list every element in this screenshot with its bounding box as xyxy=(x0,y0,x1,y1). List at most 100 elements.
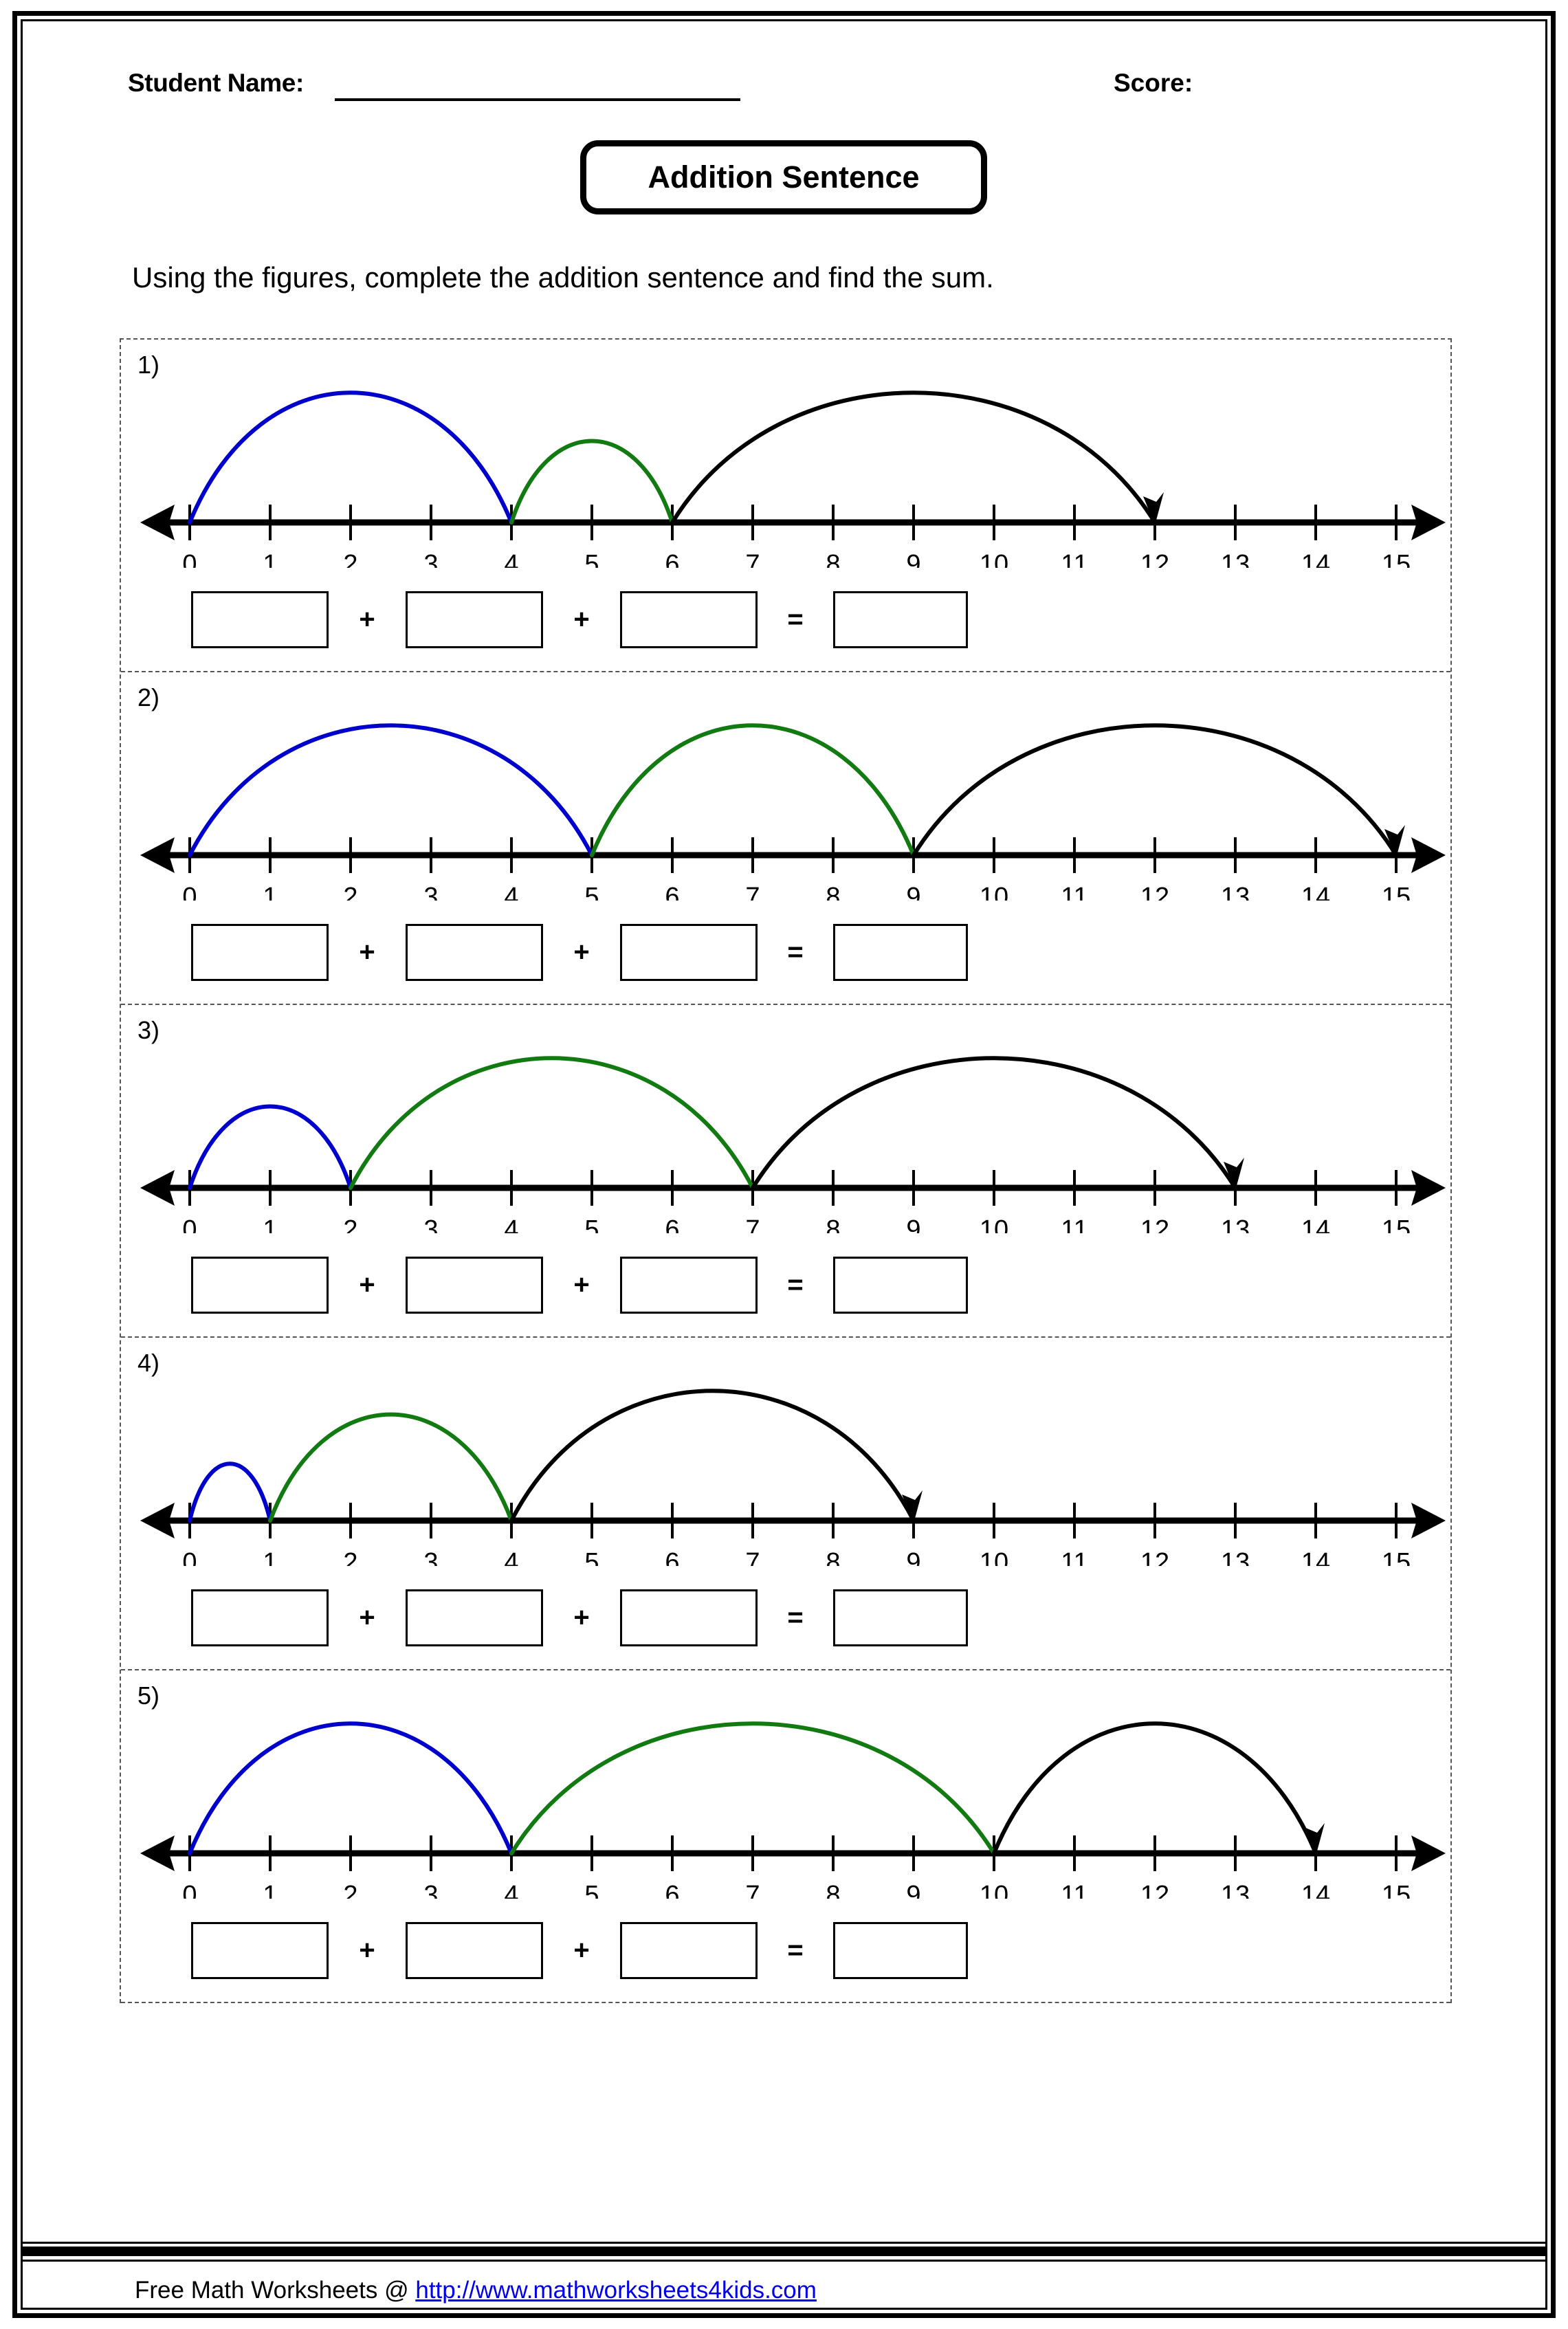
hop-arc-1 xyxy=(188,1461,272,1523)
sum-box[interactable] xyxy=(833,1256,968,1314)
addend-2-box[interactable] xyxy=(406,1256,543,1314)
axis-tick-label: 15 xyxy=(1382,550,1411,568)
hop-arc-2 xyxy=(268,1412,514,1523)
axis-tick-label: 4 xyxy=(504,1881,518,1899)
number-line: 0 1 2 3 4 5 6 7 8 9 10 11 12 13 14 15 xyxy=(140,390,1446,568)
number-line-wrap: 0 1 2 3 4 5 6 7 8 9 10 11 12 13 14 15 xyxy=(121,355,1453,568)
hop-arc-3 xyxy=(670,390,1157,525)
axis-tick-label: 10 xyxy=(980,1548,1008,1566)
problem-1: 1) 0 1 2 3 4 5 6 7 8 9 10 11 12 13 14 15 + + = xyxy=(121,340,1450,672)
hop-arc-2 xyxy=(509,1721,996,1855)
plus-symbol-2: + xyxy=(573,604,590,634)
axis-tick-label: 1 xyxy=(263,883,277,901)
axis-tick-label: 11 xyxy=(1061,550,1087,568)
footer-url-link[interactable]: http://www.mathworksheets4kids.com xyxy=(415,2277,817,2304)
axis-tick-label: 5 xyxy=(584,1548,599,1566)
axis-tick-label: 0 xyxy=(182,1881,197,1899)
axis-tick-label: 2 xyxy=(343,1881,357,1899)
axis-tick-label: 1 xyxy=(263,1548,277,1566)
axis-tick-label: 11 xyxy=(1061,1881,1087,1899)
sum-box[interactable] xyxy=(833,1589,968,1646)
addend-1-box[interactable] xyxy=(191,1921,329,1979)
axis-tick-label: 3 xyxy=(423,1215,438,1233)
addend-3-box[interactable] xyxy=(620,1589,758,1646)
plus-symbol-1: + xyxy=(359,1602,375,1633)
axis-tick-label: 0 xyxy=(182,1548,197,1566)
axis-tick-label: 10 xyxy=(980,550,1008,568)
axis-tick-label: 10 xyxy=(980,1881,1008,1899)
addend-3-box[interactable] xyxy=(620,1256,758,1314)
problem-3: 3) 0 1 2 3 4 5 6 7 8 9 10 11 12 13 14 15 + + = xyxy=(121,1005,1450,1338)
axis-tick-label: 2 xyxy=(343,1215,357,1233)
worksheet-page: Student Name: Score: Addition Sentence U… xyxy=(0,0,1568,2329)
addition-sentence-row: + + = xyxy=(121,1912,1453,1988)
plus-symbol-2: + xyxy=(573,1934,590,1965)
axis-tick-label: 12 xyxy=(1140,550,1169,568)
axis-tick-label: 2 xyxy=(343,883,357,901)
score-label: Score: xyxy=(1114,69,1193,97)
axis-tick-label: 3 xyxy=(423,550,438,568)
sum-box[interactable] xyxy=(833,923,968,981)
axis-tick-label: 8 xyxy=(826,883,840,901)
axis-tick-label: 2 xyxy=(343,550,357,568)
plus-symbol-2: + xyxy=(573,936,590,967)
axis-tick-label: 12 xyxy=(1140,1881,1169,1899)
addend-3-box[interactable] xyxy=(620,1921,758,1979)
hop-arc-1 xyxy=(188,1721,514,1855)
student-name-input-line[interactable] xyxy=(335,98,740,101)
axis-tick-label: 7 xyxy=(745,1215,760,1233)
addend-2-box[interactable] xyxy=(406,1921,543,1979)
axis-tick-label: 7 xyxy=(745,1548,760,1566)
hop-arc-2 xyxy=(349,1056,755,1190)
axis-tick-label: 6 xyxy=(665,1881,679,1899)
axis-tick-label: 14 xyxy=(1301,1881,1330,1899)
footer-divider-thick xyxy=(21,2247,1547,2256)
student-name-label: Student Name: xyxy=(128,69,304,97)
addend-1-box[interactable] xyxy=(191,1589,329,1646)
axis-tick-label: 5 xyxy=(584,550,599,568)
axis-tick-label: 13 xyxy=(1221,1215,1250,1233)
hop-arc-3 xyxy=(509,1389,916,1523)
plus-symbol-1: + xyxy=(359,604,375,634)
axis-tick-label: 15 xyxy=(1382,883,1411,901)
axis-tick-label: 9 xyxy=(906,550,920,568)
axis-tick-label: 11 xyxy=(1061,1215,1087,1233)
axis-tick-label: 12 xyxy=(1140,883,1169,901)
addend-1-box[interactable] xyxy=(191,1256,329,1314)
axis-tick-label: 5 xyxy=(584,1215,599,1233)
addition-sentence-row: + + = xyxy=(121,582,1453,657)
number-line: 0 1 2 3 4 5 6 7 8 9 10 11 12 13 14 15 xyxy=(140,1389,1446,1566)
addition-sentence-row: + + = xyxy=(121,1580,1453,1655)
problem-list: 1) 0 1 2 3 4 5 6 7 8 9 10 11 12 13 14 15 + + = 2) 0 1 2 3 4 5 6 7 8 9 1… xyxy=(120,338,1452,2003)
equals-symbol: = xyxy=(787,604,804,634)
axis-tick-label: 9 xyxy=(906,1881,920,1899)
hop-arc-2 xyxy=(590,723,916,857)
addend-1-box[interactable] xyxy=(191,923,329,981)
sum-box[interactable] xyxy=(833,1921,968,1979)
axis-tick-label: 7 xyxy=(745,883,760,901)
addend-1-box[interactable] xyxy=(191,590,329,648)
plus-symbol-2: + xyxy=(573,1602,590,1633)
addend-3-box[interactable] xyxy=(620,923,758,981)
footer-divider-bottom xyxy=(21,2260,1547,2262)
axis-tick-label: 9 xyxy=(906,883,920,901)
axis-tick-label: 4 xyxy=(504,550,518,568)
axis-tick-label: 5 xyxy=(584,883,599,901)
addend-2-box[interactable] xyxy=(406,923,543,981)
sum-box[interactable] xyxy=(833,590,968,648)
axis-tick-label: 13 xyxy=(1221,883,1250,901)
axis-tick-label: 6 xyxy=(665,1548,679,1566)
axis-tick-label: 8 xyxy=(826,550,840,568)
addend-3-box[interactable] xyxy=(620,590,758,648)
addition-sentence-row: + + = xyxy=(121,914,1453,990)
equals-symbol: = xyxy=(787,1602,804,1633)
addend-2-box[interactable] xyxy=(406,590,543,648)
hop-arc-1 xyxy=(188,390,514,525)
axis-tick-label: 0 xyxy=(182,883,197,901)
hop-arc-3 xyxy=(751,1056,1237,1190)
plus-symbol-1: + xyxy=(359,936,375,967)
equals-symbol: = xyxy=(787,936,804,967)
axis-tick-label: 6 xyxy=(665,1215,679,1233)
addend-2-box[interactable] xyxy=(406,1589,543,1646)
footer-divider-top xyxy=(21,2242,1547,2244)
